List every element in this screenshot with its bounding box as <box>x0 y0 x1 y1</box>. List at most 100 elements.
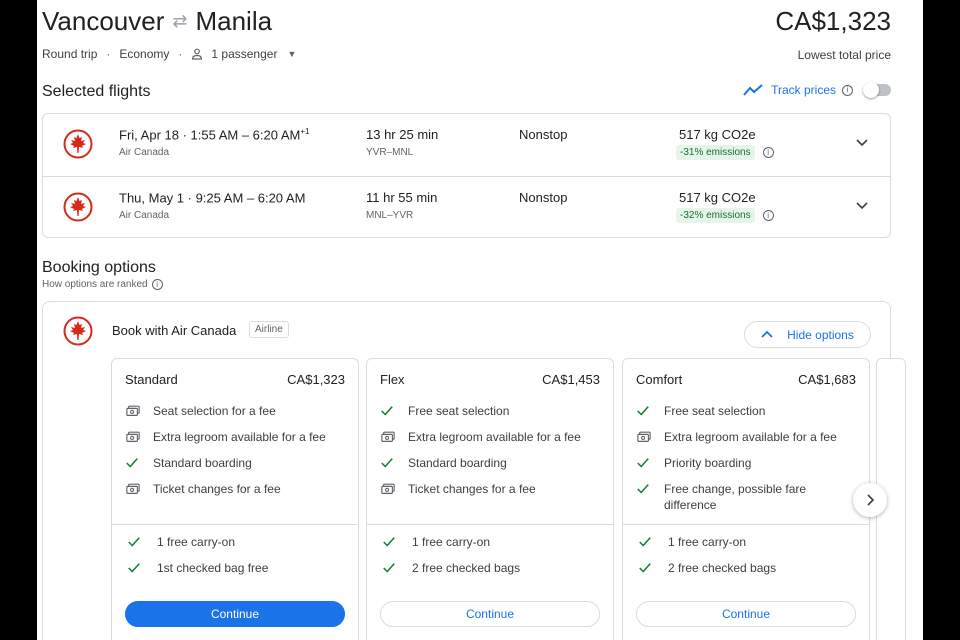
fare-name: Standard <box>125 372 178 387</box>
track-prices-toggle[interactable] <box>863 82 891 98</box>
fare-feature: Extra legroom available for a fee <box>125 429 350 448</box>
check-icon <box>636 482 652 513</box>
next-fares-button[interactable] <box>853 483 887 517</box>
air-canada-logo-icon <box>63 316 93 346</box>
emissions-badge: -32% emissions <box>676 208 755 223</box>
flight-duration: 11 hr 55 min <box>366 190 438 205</box>
passenger-count: 1 passenger <box>211 47 278 61</box>
flight-route: MNL–YVR <box>366 210 414 221</box>
check-icon <box>380 456 396 474</box>
swap-arrows-icon: ⇄ <box>172 11 188 31</box>
check-icon <box>638 535 652 552</box>
trend-line-icon <box>743 84 763 96</box>
fare-card-comfort: Comfort CA$1,683 Free seat selection Extra … <box>622 358 870 640</box>
fare-feature: Ticket changes for a fee <box>125 481 350 500</box>
fare-price: CA$1,683 <box>798 372 856 387</box>
airline-tag: Airline <box>249 321 289 338</box>
baggage-item: 2 free checked bags <box>638 561 776 578</box>
fare-card-flex: Flex CA$1,453 Free seat selection Extra leg… <box>366 358 614 640</box>
selected-flights-card: Fri, Apr 18 · 1:55 AM – 6:20 AM+1 Air Ca… <box>42 113 891 238</box>
baggage-item: 1 free carry-on <box>382 535 490 552</box>
fare-card-standard: Standard CA$1,323 Seat selection for a fee… <box>111 358 359 640</box>
money-icon <box>125 482 141 500</box>
fare-feature: Free seat selection <box>636 403 861 422</box>
chevron-down-icon[interactable] <box>856 136 868 148</box>
flight-airline: Air Canada <box>119 210 170 221</box>
flight-co2: 517 kg CO2e <box>679 190 756 205</box>
fare-name: Flex <box>380 372 405 387</box>
chevron-up-icon <box>761 330 773 338</box>
info-icon[interactable]: i <box>842 84 853 96</box>
check-icon <box>380 404 396 422</box>
booking-options-heading: Booking options <box>42 259 156 276</box>
divider <box>112 524 358 525</box>
baggage-item: 1 free carry-on <box>127 535 235 552</box>
chevron-right-icon <box>867 494 875 506</box>
fare-feature: Priority boarding <box>636 455 861 474</box>
flight-route: YVR–MNL <box>366 147 414 158</box>
divider <box>623 524 869 525</box>
booking-options-card: Book with Air Canada Airline Hide option… <box>42 301 906 640</box>
fare-price: CA$1,453 <box>542 372 600 387</box>
check-icon <box>636 404 652 422</box>
flight-row-return[interactable]: Thu, May 1 · 9:25 AM – 6:20 AM Air Canad… <box>43 176 890 238</box>
fare-feature: Seat selection for a fee <box>125 403 350 422</box>
track-prices-label: Track prices <box>771 83 836 97</box>
fare-feature: Extra legroom available for a fee <box>636 429 861 448</box>
fare-feature: Extra legroom available for a fee <box>380 429 605 448</box>
baggage-item: 1 free carry-on <box>638 535 746 552</box>
info-icon: i <box>151 279 163 290</box>
money-icon <box>380 482 396 500</box>
origin-city: Vancouver <box>42 6 165 36</box>
chevron-down-icon[interactable] <box>856 199 868 211</box>
flight-co2: 517 kg CO2e <box>679 127 756 142</box>
person-icon <box>192 48 203 60</box>
divider <box>367 524 613 525</box>
continue-button[interactable]: Continue <box>380 601 600 627</box>
info-icon[interactable]: i <box>762 147 774 158</box>
fare-feature: Free change, possible fare difference <box>636 481 861 513</box>
money-icon <box>636 430 652 448</box>
check-icon <box>127 561 141 578</box>
money-icon <box>125 404 141 422</box>
baggage-item: 2 free checked bags <box>382 561 520 578</box>
check-icon <box>638 561 652 578</box>
fare-feature: Ticket changes for a fee <box>380 481 605 500</box>
flight-duration: 13 hr 25 min <box>366 127 439 142</box>
passenger-selector[interactable]: 1 passenger ▼ <box>191 47 296 61</box>
baggage-item: 1st checked bag free <box>127 561 268 578</box>
fare-feature: Standard boarding <box>125 455 350 474</box>
money-icon <box>125 430 141 448</box>
flight-stops: Nonstop <box>519 190 568 205</box>
check-icon <box>636 456 652 474</box>
ranking-info-link[interactable]: How options are ranked i <box>42 279 163 290</box>
cabin-class: Economy <box>119 47 170 61</box>
flight-airline: Air Canada <box>119 147 170 158</box>
info-icon[interactable]: i <box>762 210 774 221</box>
fare-feature: Standard boarding <box>380 455 605 474</box>
emissions-badge: -31% emissions <box>676 145 755 160</box>
check-icon <box>125 456 141 474</box>
caret-down-icon: ▼ <box>287 49 297 59</box>
continue-button[interactable]: Continue <box>636 601 856 627</box>
flight-row-outbound[interactable]: Fri, Apr 18 · 1:55 AM – 6:20 AM+1 Air Ca… <box>43 114 890 176</box>
route-title: Vancouver ⇄ Manila <box>42 6 272 37</box>
continue-button[interactable]: Continue <box>125 601 345 627</box>
fare-price: CA$1,323 <box>287 372 345 387</box>
fare-feature: Free seat selection <box>380 403 605 422</box>
destination-city: Manila <box>195 6 273 36</box>
selected-flights-heading: Selected flights <box>42 83 151 100</box>
check-icon <box>382 561 396 578</box>
air-canada-logo-icon <box>63 192 93 222</box>
hide-options-button[interactable]: Hide options <box>744 321 871 348</box>
fare-name: Comfort <box>636 372 683 387</box>
price-note: Lowest total price <box>797 48 891 62</box>
total-price: CA$1,323 <box>775 6 891 36</box>
flight-times: Thu, May 1 · 9:25 AM – 6:20 AM <box>119 190 306 206</box>
check-icon <box>127 535 141 552</box>
track-prices: Track prices i <box>743 82 891 98</box>
trip-summary: Round trip · Economy · 1 passenger ▼ <box>42 47 297 61</box>
air-canada-logo-icon <box>63 129 93 159</box>
flight-times: Fri, Apr 18 · 1:55 AM – 6:20 AM+1 <box>119 127 310 143</box>
money-icon <box>380 430 396 448</box>
